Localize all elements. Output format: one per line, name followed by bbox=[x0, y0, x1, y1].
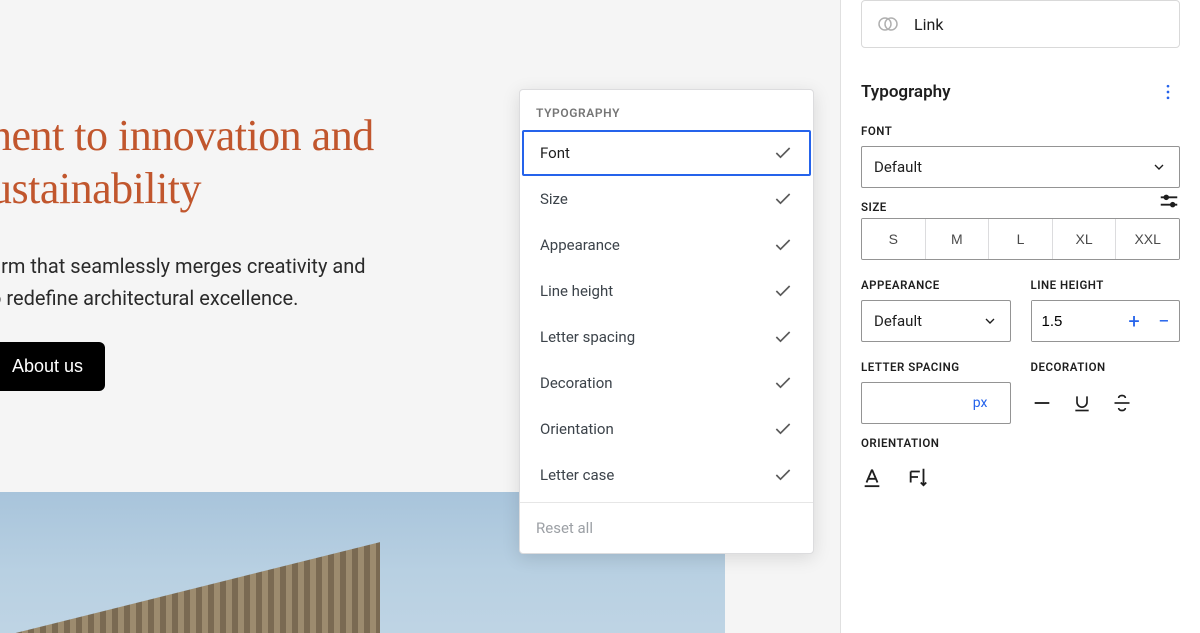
hero-title[interactable]: nent to innovation and ustainability bbox=[0, 110, 510, 216]
decoration-label: DECORATION bbox=[1031, 348, 1181, 382]
about-us-button[interactable]: About us bbox=[0, 342, 105, 391]
hero-block: nent to innovation and ustainability fir… bbox=[0, 110, 510, 391]
check-icon bbox=[773, 373, 793, 393]
popover-item-label: Decoration bbox=[540, 374, 613, 392]
check-icon bbox=[773, 281, 793, 301]
decoration-none-button[interactable] bbox=[1031, 392, 1053, 414]
popover-item-letter-case[interactable]: Letter case bbox=[522, 452, 811, 498]
size-button-group: SMLXLXXL bbox=[861, 218, 1180, 260]
popover-item-orientation[interactable]: Orientation bbox=[522, 406, 811, 452]
font-select[interactable]: Default bbox=[861, 146, 1180, 188]
link-color-card[interactable]: Link bbox=[861, 0, 1180, 48]
letter-spacing-input[interactable]: px bbox=[861, 382, 1011, 424]
size-option-l[interactable]: L bbox=[989, 219, 1053, 259]
line-height-increment[interactable]: + bbox=[1119, 301, 1149, 341]
appearance-select[interactable]: Default bbox=[861, 300, 1011, 342]
check-icon bbox=[773, 235, 793, 255]
popover-item-label: Letter spacing bbox=[540, 328, 635, 346]
popover-header: TYPOGRAPHY bbox=[520, 90, 813, 130]
typography-options-popover: TYPOGRAPHY Font Size Appearance Line height… bbox=[519, 89, 814, 554]
link-color-swatch-icon bbox=[876, 12, 900, 36]
appearance-label: APPEARANCE bbox=[861, 266, 1011, 300]
popover-item-label: Font bbox=[540, 144, 570, 162]
popover-item-letter-spacing[interactable]: Letter spacing bbox=[522, 314, 811, 360]
check-icon bbox=[773, 189, 793, 209]
orientation-vertical-button[interactable] bbox=[907, 466, 929, 492]
popover-item-label: Appearance bbox=[540, 236, 620, 254]
settings-sidebar: Link Typography FONT Default SIZE SMLXLX… bbox=[840, 0, 1200, 633]
popover-item-size[interactable]: Size bbox=[522, 176, 811, 222]
line-height-input[interactable] bbox=[1032, 301, 1120, 341]
size-option-m[interactable]: M bbox=[926, 219, 990, 259]
link-card-label: Link bbox=[914, 15, 943, 34]
typography-options-button[interactable] bbox=[1156, 80, 1180, 104]
orientation-horizontal-button[interactable] bbox=[861, 466, 883, 492]
popover-item-label: Line height bbox=[540, 282, 613, 300]
check-icon bbox=[773, 465, 793, 485]
typography-section-title: Typography bbox=[861, 82, 951, 102]
size-custom-toggle[interactable] bbox=[1158, 190, 1180, 212]
size-label: SIZE bbox=[861, 188, 1158, 214]
popover-item-font[interactable]: Font bbox=[522, 130, 811, 176]
popover-item-decoration[interactable]: Decoration bbox=[522, 360, 811, 406]
check-icon bbox=[773, 143, 793, 163]
size-option-xl[interactable]: XL bbox=[1053, 219, 1117, 259]
chevron-down-icon bbox=[982, 313, 998, 329]
editor-canvas: nent to innovation and ustainability fir… bbox=[0, 0, 840, 633]
line-height-stepper[interactable]: + − bbox=[1031, 300, 1181, 342]
font-label: FONT bbox=[841, 112, 1200, 146]
decoration-underline-button[interactable] bbox=[1071, 392, 1093, 414]
hero-subtitle[interactable]: firm that seamlessly merges creativity a… bbox=[0, 250, 510, 314]
size-option-s[interactable]: S bbox=[862, 219, 926, 259]
size-option-xxl[interactable]: XXL bbox=[1116, 219, 1179, 259]
orientation-label: ORIENTATION bbox=[841, 424, 1200, 458]
line-height-label: LINE HEIGHT bbox=[1031, 266, 1181, 300]
decoration-group bbox=[1031, 382, 1181, 424]
line-height-decrement[interactable]: − bbox=[1149, 301, 1179, 341]
popover-item-label: Letter case bbox=[540, 466, 614, 484]
chevron-down-icon bbox=[1151, 159, 1167, 175]
reset-all-button[interactable]: Reset all bbox=[520, 503, 813, 553]
popover-item-appearance[interactable]: Appearance bbox=[522, 222, 811, 268]
decoration-strikethrough-button[interactable] bbox=[1111, 392, 1133, 414]
letter-spacing-unit[interactable]: px bbox=[973, 395, 998, 411]
check-icon bbox=[773, 327, 793, 347]
popover-item-line-height[interactable]: Line height bbox=[522, 268, 811, 314]
orientation-group bbox=[841, 458, 1200, 500]
popover-item-label: Orientation bbox=[540, 420, 614, 438]
check-icon bbox=[773, 419, 793, 439]
popover-item-label: Size bbox=[540, 190, 568, 208]
letter-spacing-label: LETTER SPACING bbox=[861, 348, 1011, 382]
